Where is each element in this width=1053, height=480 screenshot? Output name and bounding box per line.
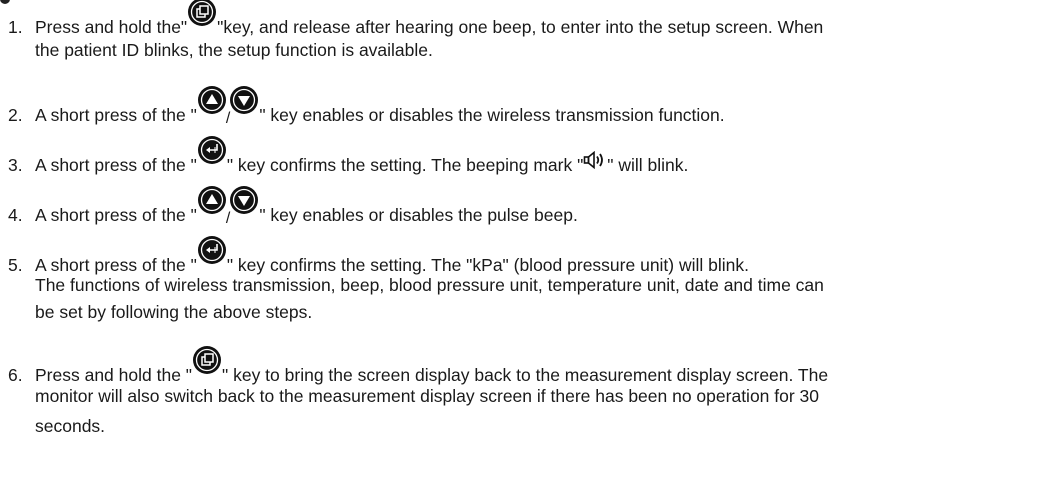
step-5-note-line-2: be set by following the above steps.: [35, 302, 313, 322]
clipped-heading-fragment: [0, 0, 12, 5]
up-arrow-key-icon: [197, 85, 227, 115]
step-text: " key confirms the setting. The "kPa" (b…: [226, 255, 750, 275]
step-4: 4. A short press of the " / " key enables o…: [8, 185, 1047, 231]
step-text: A short press of the ": [35, 255, 197, 275]
step-text: " key enables or disables the wireless t…: [259, 105, 725, 125]
step-1: 1. Press and hold the" "key, and release a…: [8, 0, 1047, 39]
step-text: A short press of the ": [35, 105, 197, 125]
step-number: 4.: [8, 205, 23, 225]
speaker-beep-icon: [583, 151, 607, 169]
step-number: 6.: [8, 365, 23, 385]
step-text: A short press of the ": [35, 155, 197, 175]
step-text: " will blink.: [607, 155, 689, 175]
up-arrow-key-icon: [197, 185, 227, 215]
down-arrow-key-icon: [229, 85, 259, 115]
step-text: " key confirms the setting. The beeping …: [226, 155, 584, 175]
step-text: Press and hold the ": [35, 365, 193, 385]
step-text: A short press of the ": [35, 205, 197, 225]
down-arrow-key-icon: [229, 185, 259, 215]
step-6-continuation-2: seconds.: [35, 416, 106, 436]
confirm-enter-key-icon: [197, 135, 227, 165]
step-number: 5.: [8, 255, 23, 275]
step-6: 6. Press and hold the " " key to bring the…: [8, 345, 1047, 387]
confirm-enter-key-icon: [197, 235, 227, 265]
setup-key-icon: [192, 345, 222, 375]
step-text: " key to bring the screen display back t…: [222, 365, 829, 385]
step-number: 3.: [8, 155, 23, 175]
step-text: "key, and release after hearing one beep…: [217, 17, 824, 37]
setup-key-icon: [187, 0, 217, 27]
step-number: 1.: [8, 17, 23, 37]
step-2: 2. A short press of the " / " key enables o…: [8, 85, 1047, 131]
step-5-note-line-1: The functions of wireless transmission, …: [35, 275, 824, 295]
step-text: " key enables or disables the pulse beep…: [259, 205, 578, 225]
step-number: 2.: [8, 105, 23, 125]
step-3: 3. A short press of the " " key confirms t…: [8, 135, 1047, 177]
step-6-continuation-1: monitor will also switch back to the mea…: [35, 386, 820, 406]
step-1-continuation: the patient ID blinks, the setup functio…: [35, 40, 433, 60]
step-text: Press and hold the": [35, 17, 188, 37]
